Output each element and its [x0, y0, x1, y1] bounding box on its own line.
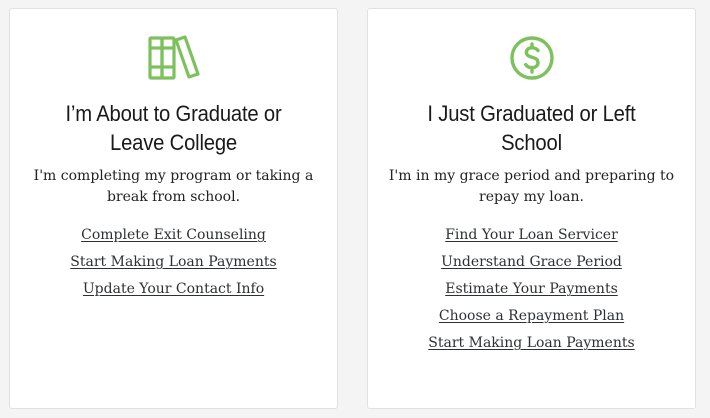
link-understand-grace-period[interactable]: Understand Grace Period — [441, 254, 622, 270]
link-update-contact-info[interactable]: Update Your Contact Info — [83, 281, 264, 297]
card-just-graduated: I Just Graduated or Left School I'm in m… — [367, 8, 696, 409]
card-title: I Just Graduated or Left School — [427, 101, 636, 155]
card-title: I’m About to Graduate or Leave College — [65, 101, 282, 155]
card-about-to-graduate: I’m About to Graduate or Leave College I… — [9, 8, 338, 409]
link-estimate-payments[interactable]: Estimate Your Payments — [445, 281, 618, 297]
link-choose-repayment-plan[interactable]: Choose a Repayment Plan — [439, 308, 624, 324]
card-description: I'm completing my program or taking a br… — [33, 168, 314, 205]
link-start-making-loan-payments[interactable]: Start Making Loan Payments — [70, 254, 276, 270]
card-grid: I’m About to Graduate or Leave College I… — [0, 0, 710, 418]
card-link-list: Complete Exit Counseling Start Making Lo… — [10, 225, 337, 306]
card-description: I'm in my grace period and preparing to … — [388, 168, 675, 205]
card-link-list: Find Your Loan Servicer Understand Grace… — [368, 225, 695, 360]
link-complete-exit-counseling[interactable]: Complete Exit Counseling — [81, 227, 266, 243]
books-icon — [10, 33, 337, 83]
link-find-loan-servicer[interactable]: Find Your Loan Servicer — [445, 227, 618, 243]
link-start-making-loan-payments[interactable]: Start Making Loan Payments — [428, 335, 634, 351]
dollar-coin-icon — [368, 33, 695, 83]
